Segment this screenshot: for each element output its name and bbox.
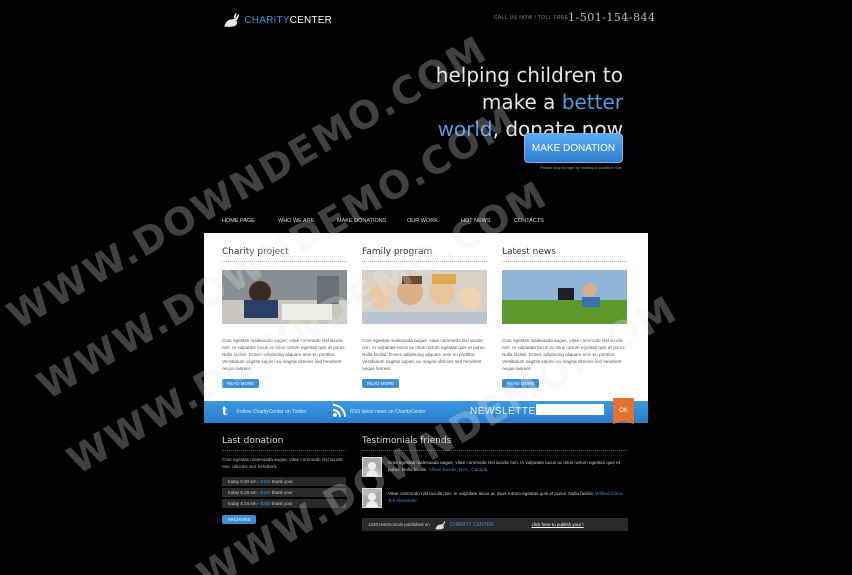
hero-slogan: helping children to make a better world,… [436,62,623,143]
child-writing-photo [222,270,347,324]
testimonial-text: Vitae commodo nisl iaculis non. In vulpu… [388,491,624,503]
nav-hot-news[interactable]: HOT NEWS [461,218,514,224]
archives-button[interactable]: ARCHIVES [222,515,256,524]
testimonial-item: Cras egestas malesuada augue, vitae comm… [362,457,628,479]
last-donation-section: Last donation Cras egestas malesuada aug… [222,436,346,470]
logo[interactable]: CHARITYCENTER [222,8,332,32]
main-nav: HOME PAGE WHO WE ARE MAKE DONATIONS OUR … [222,218,554,224]
hero-line-1: helping children to [435,63,623,87]
avatar [362,457,382,477]
column-title: Family program [362,247,487,262]
twitter-follow-link[interactable]: Follow CharityCenter on Twitter [237,409,307,415]
donation-row: today 5:18 am - $150 thank you! [222,488,346,497]
last-donation-title: Last donation [222,436,346,451]
child-laptop-grass-photo [502,270,627,324]
family-photo [362,270,487,324]
make-donation-button[interactable]: MAKE DONATION [524,133,623,163]
testimonials-title: Testimonials friends [362,436,628,451]
rabbit-logo-icon [435,520,445,529]
testimonial-author-link[interactable]: Alfred Jacobs, NYC, Canada [429,467,488,472]
nav-who-we-are[interactable]: WHO WE ARE [278,218,337,224]
nav-our-work[interactable]: OUR WORK [407,218,461,224]
testimonial-item: Vitae commodo nisl iaculis non. In vulpu… [362,488,628,510]
donation-row: today 4:14 am - $250 thank you! [222,499,346,508]
testimonials-footer: 1240 testimonials published on CHARITY C… [362,518,628,531]
rss-icon[interactable] [332,404,346,418]
testimonials-section: Testimonials friends [362,436,628,451]
publish-testimonial-link[interactable]: click here to publish your ! [532,522,584,527]
newsletter-ok-button[interactable]: OK [613,398,634,424]
call-label: CALL US NOW / TOLL FREE [494,15,569,21]
last-donation-text: Cras egestas malesuada augue, vitae comm… [222,457,343,469]
testimonial-text: Cras egestas malesuada augue, vitae comm… [388,460,620,472]
column-text: Cras egestas malesuada augue, vitae comm… [502,338,626,371]
read-more-button[interactable]: READ MORE [362,379,400,388]
newsletter-email-input[interactable] [536,404,604,415]
avatar [362,488,382,508]
nav-home[interactable]: HOME PAGE [222,218,278,224]
donation-row: today 6:30 am - $100 thank you! [222,477,346,486]
rabbit-logo-icon [224,12,240,27]
logo-text: CHARITYCENTER [244,14,332,26]
read-more-button[interactable]: READ MORE [222,379,260,388]
column-text: Cras egestas malesuada augue, vitae comm… [362,338,486,371]
column-title: Latest news [502,247,627,262]
donation-fine-print: Please stop hunger by making a donation … [540,165,623,170]
hero-line-2: make a better [481,90,623,114]
read-more-button[interactable]: READ MORE [502,379,540,388]
phone-number: 1-501-154-844 [568,11,656,24]
rss-link[interactable]: RSS latest news on CharityCenter [350,409,426,415]
column-latest-news: Latest news Cras egestas malesuada augue… [502,247,627,390]
column-charity-project: Charity project Cras egestas malesuada a… [222,247,347,390]
nav-make-donations[interactable]: MAKE DONATIONS [337,218,407,224]
newsletter-label: NEWSLETTER [470,406,544,417]
column-text: Cras egestas malesuada augue, vitae comm… [222,338,346,371]
twitter-icon[interactable]: t [222,405,234,417]
column-title: Charity project [222,247,347,262]
column-family-program: Family program Cras egestas malesuada au… [362,247,487,390]
nav-contacts[interactable]: CONTACTS [514,218,554,224]
